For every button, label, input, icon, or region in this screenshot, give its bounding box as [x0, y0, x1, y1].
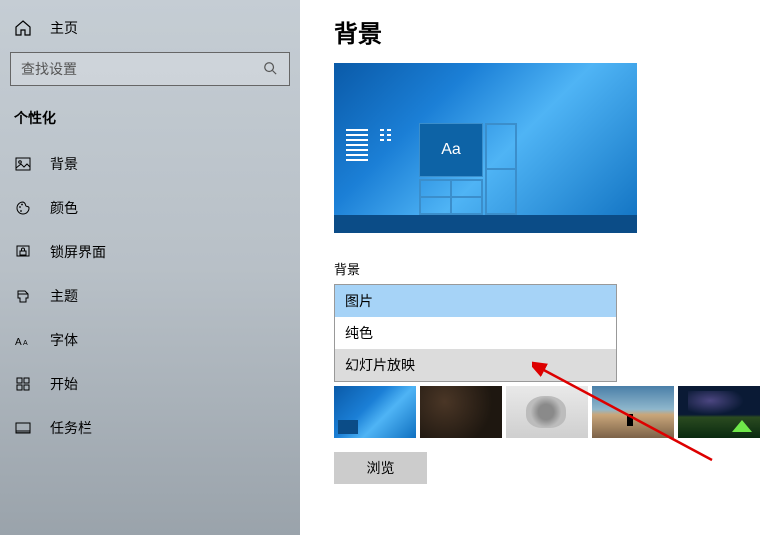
- background-dropdown[interactable]: 图片 纯色 幻灯片放映: [334, 284, 617, 382]
- home-label: 主页: [50, 18, 78, 38]
- sidebar-item-label: 锁屏界面: [50, 242, 106, 262]
- theme-icon: [14, 287, 32, 305]
- taskbar-icon: [14, 419, 32, 437]
- sidebar-item-label: 任务栏: [50, 418, 92, 438]
- lockscreen-icon: [14, 243, 32, 261]
- search-input[interactable]: [21, 61, 263, 77]
- thumbnail-1[interactable]: [334, 386, 416, 438]
- browse-button[interactable]: 浏览: [334, 452, 427, 484]
- sidebar-item-label: 主题: [50, 286, 78, 306]
- thumbnail-3[interactable]: [506, 386, 588, 438]
- dropdown-option-solid[interactable]: 纯色: [335, 317, 616, 349]
- search-icon: [263, 61, 279, 77]
- page-title: 背景: [334, 14, 783, 49]
- sidebar-item-taskbar[interactable]: 任务栏: [0, 406, 300, 450]
- sidebar-item-label: 开始: [50, 374, 78, 394]
- thumbnail-4[interactable]: [592, 386, 674, 438]
- dropdown-option-slideshow[interactable]: 幻灯片放映: [335, 349, 616, 381]
- picture-icon: [14, 155, 32, 173]
- sidebar-item-start[interactable]: 开始: [0, 362, 300, 406]
- background-label: 背景: [334, 259, 783, 278]
- svg-text:A: A: [15, 337, 22, 347]
- sidebar-item-colors[interactable]: 颜色: [0, 186, 300, 230]
- thumbnail-5[interactable]: [678, 386, 760, 438]
- thumbnail-row: [334, 386, 783, 438]
- main-content: 背景 Aa 背景 图片 纯色 幻灯片放映 浏览: [300, 0, 783, 535]
- sidebar: 主页 个性化 背景 颜色 锁屏界面 主题 AA 字体: [0, 0, 300, 535]
- thumbnail-2[interactable]: [420, 386, 502, 438]
- sidebar-item-label: 字体: [50, 330, 78, 350]
- category-title: 个性化: [0, 100, 300, 142]
- preview-tile-text: Aa: [419, 123, 483, 177]
- dropdown-option-picture[interactable]: 图片: [335, 285, 616, 317]
- start-icon: [14, 375, 32, 393]
- sidebar-item-themes[interactable]: 主题: [0, 274, 300, 318]
- sidebar-item-fonts[interactable]: AA 字体: [0, 318, 300, 362]
- sidebar-item-lockscreen[interactable]: 锁屏界面: [0, 230, 300, 274]
- search-input-wrapper[interactable]: [10, 52, 290, 86]
- sidebar-item-label: 颜色: [50, 198, 78, 218]
- palette-icon: [14, 199, 32, 217]
- svg-text:A: A: [23, 340, 28, 347]
- sidebar-item-label: 背景: [50, 154, 78, 174]
- background-preview: Aa: [334, 63, 637, 233]
- home-link[interactable]: 主页: [0, 10, 300, 46]
- home-icon: [14, 19, 32, 37]
- sidebar-item-background[interactable]: 背景: [0, 142, 300, 186]
- font-icon: AA: [14, 331, 32, 349]
